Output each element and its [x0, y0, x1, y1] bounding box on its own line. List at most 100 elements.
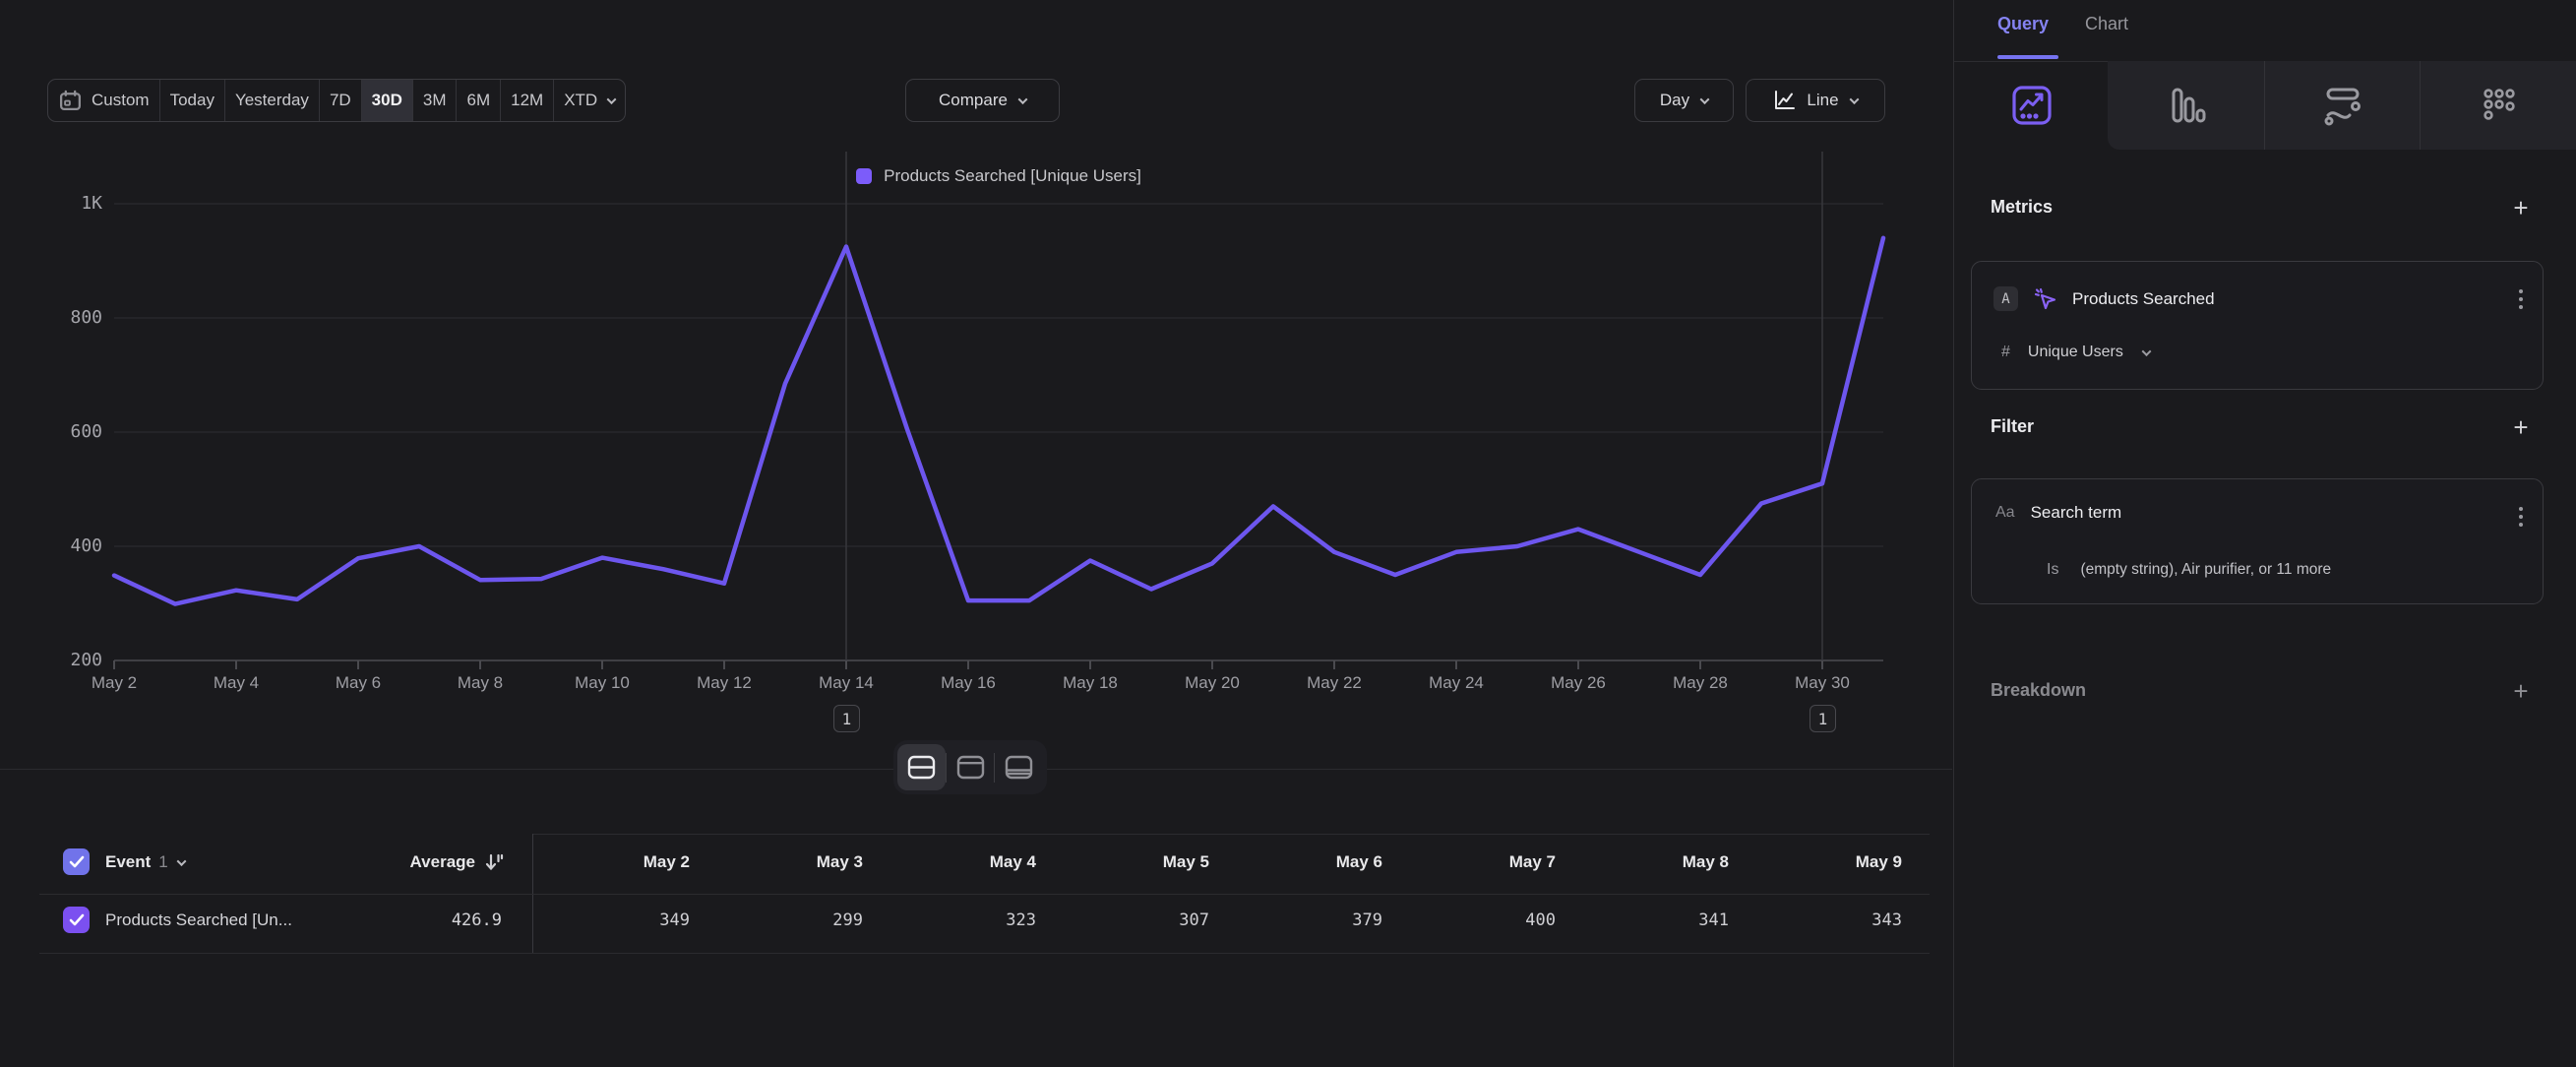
add-breakdown-button[interactable]: +: [2508, 679, 2534, 705]
x-tick-label: May 8: [426, 673, 534, 693]
column-header[interactable]: May 6: [1225, 852, 1382, 872]
add-metric-button[interactable]: +: [2508, 196, 2534, 221]
column-header[interactable]: May 9: [1745, 852, 1902, 872]
granularity-button[interactable]: Day: [1634, 79, 1734, 122]
view-chart-button[interactable]: [947, 744, 995, 790]
line-chart-icon: [1773, 90, 1797, 111]
row-value: 349: [532, 910, 690, 930]
row-value: 400: [1398, 910, 1556, 930]
column-header[interactable]: May 3: [705, 852, 863, 872]
metric-card[interactable]: A Products Searched # Unique Users: [1971, 261, 2544, 390]
report-tab-retention[interactable]: [2421, 61, 2576, 150]
filter-condition[interactable]: Is (empty string), Air purifier, or 11 m…: [2047, 561, 2331, 579]
table-top-border: [532, 834, 1930, 835]
x-tick-label: May 6: [304, 673, 412, 693]
row-value: 307: [1052, 910, 1209, 930]
flows-icon: [2319, 82, 2366, 129]
report-tab-funnels[interactable]: [2110, 61, 2265, 150]
y-tick-label: 600: [30, 421, 102, 442]
x-tick-label: May 14: [792, 673, 900, 693]
table-view-icon: [1005, 755, 1033, 780]
filter-section-title: Filter: [1991, 416, 2034, 437]
x-tick-label: May 20: [1158, 673, 1266, 693]
calendar-icon: [58, 89, 83, 113]
range-yesterday[interactable]: Yesterday: [225, 80, 320, 121]
average-header-sort[interactable]: Average: [276, 852, 504, 872]
filter-operator: Is: [2047, 561, 2058, 579]
x-tick-label: May 28: [1646, 673, 1754, 693]
active-tab-underline: [1997, 55, 2058, 59]
insights-icon: [2008, 82, 2055, 129]
series-products-searched: [114, 238, 1883, 604]
table-row-separator: [39, 953, 1930, 954]
add-filter-button[interactable]: +: [2508, 415, 2534, 441]
range-custom[interactable]: Custom: [48, 80, 160, 121]
tab-chart[interactable]: Chart: [2085, 14, 2128, 34]
table-row-separator: [39, 894, 1930, 895]
retention-icon: [2477, 83, 2522, 128]
funnels-icon: [2165, 83, 2210, 128]
aggregation-value: Unique Users: [2028, 344, 2123, 361]
annotation-badge-may30[interactable]: 1: [1809, 705, 1836, 732]
annotation-badge-may14[interactable]: 1: [833, 705, 860, 732]
row-checkbox[interactable]: [63, 907, 90, 933]
filter-property-name: Search term: [2031, 503, 2122, 523]
row-value: 379: [1225, 910, 1382, 930]
chevron-down-icon: [1849, 94, 1859, 104]
breakdown-section-title: Breakdown: [1991, 680, 2086, 701]
range-3m[interactable]: 3M: [413, 80, 458, 121]
chart-view-icon: [956, 755, 985, 780]
chart-type-button[interactable]: Line: [1746, 79, 1885, 122]
filter-menu-button[interactable]: [2519, 507, 2523, 527]
y-tick-label: 800: [30, 307, 102, 328]
range-12m[interactable]: 12M: [501, 80, 554, 121]
metric-name: Products Searched: [2072, 289, 2215, 309]
range-6m[interactable]: 6M: [457, 80, 501, 121]
average-header-label: Average: [410, 852, 475, 872]
tab-query[interactable]: Query: [1997, 14, 2049, 34]
column-header[interactable]: May 7: [1398, 852, 1556, 872]
view-table-button[interactable]: [995, 744, 1043, 790]
range-7d[interactable]: 7D: [320, 80, 362, 121]
row-value: 299: [705, 910, 863, 930]
aggregation-prefix: #: [2001, 344, 2010, 361]
compare-button[interactable]: Compare: [905, 79, 1060, 122]
x-tick-label: May 16: [914, 673, 1022, 693]
select-all-checkbox[interactable]: [63, 848, 90, 875]
row-value: 343: [1745, 910, 1902, 930]
aggregation-dropdown[interactable]: # Unique Users: [2001, 344, 2150, 361]
event-header-dropdown[interactable]: Event 1: [105, 852, 185, 872]
check-icon: [69, 913, 85, 926]
view-split-button[interactable]: [897, 744, 946, 790]
report-tab-flows[interactable]: [2265, 61, 2421, 150]
row-average-value: 426.9: [295, 910, 502, 930]
row-value: 323: [879, 910, 1036, 930]
metric-menu-button[interactable]: [2519, 289, 2523, 309]
column-header[interactable]: May 4: [879, 852, 1036, 872]
chevron-down-icon: [2141, 346, 2151, 356]
range-xtd[interactable]: XTD: [554, 80, 625, 121]
report-tab-insights[interactable]: [1954, 61, 2110, 150]
row-value: 341: [1571, 910, 1729, 930]
column-header[interactable]: May 2: [532, 852, 690, 872]
x-tick-label: May 12: [670, 673, 778, 693]
sort-descending-icon: [484, 852, 504, 872]
range-30d-active[interactable]: 30D: [362, 80, 413, 121]
column-header[interactable]: May 5: [1052, 852, 1209, 872]
chevron-down-icon: [1018, 94, 1028, 104]
x-axis-ticks: [114, 660, 1822, 669]
x-tick-label: May 18: [1036, 673, 1144, 693]
column-header[interactable]: May 8: [1571, 852, 1729, 872]
split-view-icon: [907, 755, 936, 780]
y-tick-label: 400: [30, 535, 102, 556]
range-today[interactable]: Today: [160, 80, 225, 121]
x-tick-label: May 2: [60, 673, 168, 693]
x-tick-label: May 4: [182, 673, 290, 693]
metric-letter-badge: A: [1993, 286, 2018, 311]
filter-value: (empty string), Air purifier, or 11 more: [2080, 561, 2331, 579]
x-tick-label: May 10: [548, 673, 656, 693]
chevron-down-icon: [176, 856, 186, 866]
date-range-group: Custom Today Yesterday 7D 30D 3M 6M 12M …: [47, 79, 626, 122]
filter-card[interactable]: Aa Search term Is (empty string), Air pu…: [1971, 478, 2544, 604]
range-label: Custom: [92, 91, 150, 110]
